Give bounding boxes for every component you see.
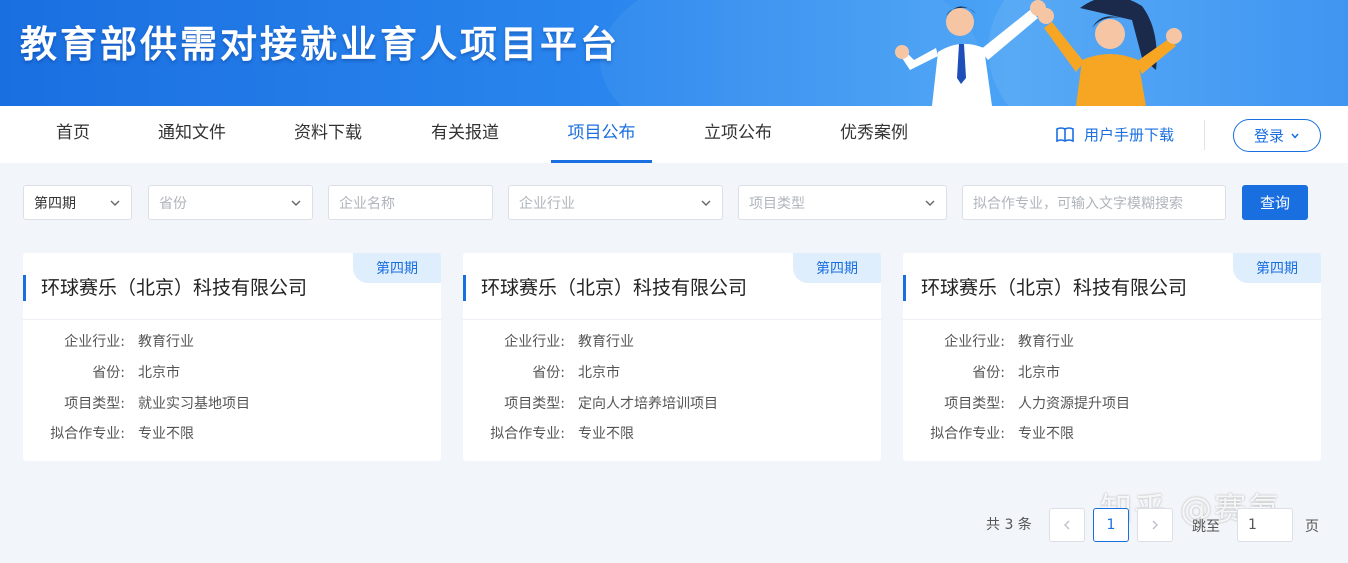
total-count: 共 3 条 (986, 517, 1032, 533)
project-card[interactable]: 第四期 环球赛乐（北京）科技有限公司 企业行业: 教育行业 省份: 北京市 项目… (903, 253, 1321, 461)
field-row-major: 拟合作专业: 专业不限 (463, 423, 881, 445)
page-button-current[interactable]: 1 (1093, 508, 1129, 542)
jump-page-input[interactable]: 1 (1237, 508, 1293, 542)
period-select[interactable]: 第四期 (23, 185, 132, 220)
card-divider (903, 319, 1321, 320)
chevron-down-icon (1291, 133, 1299, 139)
company-name: 环球赛乐（北京）科技有限公司 (463, 275, 747, 301)
company-name-placeholder: 企业名称 (339, 195, 395, 212)
main-nav: 首页 通知文件 资料下载 有关报道 项目公布 立项公布 优秀案例 用户手册下载 (0, 106, 1348, 163)
chevron-left-icon (1063, 520, 1070, 530)
project-card[interactable]: 第四期 环球赛乐（北京）科技有限公司 企业行业: 教育行业 省份: 北京市 项目… (463, 253, 881, 461)
field-label: 项目类型: (64, 396, 125, 412)
chevron-down-icon (701, 200, 711, 206)
jump-label: 跳至 (1192, 519, 1220, 535)
page-unit-label: 页 (1305, 519, 1319, 535)
major-search-input[interactable]: 拟合作专业，可输入文字模糊搜索 (962, 185, 1226, 220)
field-value: 定向人才培养培训项目 (578, 396, 718, 412)
major-search-placeholder: 拟合作专业，可输入文字模糊搜索 (973, 195, 1183, 212)
company-name: 环球赛乐（北京）科技有限公司 (903, 275, 1187, 301)
field-value: 专业不限 (138, 426, 194, 442)
nav-item-projects[interactable]: 项目公布 (551, 106, 652, 163)
field-label: 项目类型: (944, 396, 1005, 412)
industry-select[interactable]: 企业行业 (508, 185, 723, 220)
period-badge: 第四期 (353, 253, 441, 283)
field-row-project-type: 项目类型: 定向人才培养培训项目 (463, 393, 881, 415)
card-divider (463, 319, 881, 320)
nav-item-home[interactable]: 首页 (40, 106, 106, 163)
field-row-project-type: 项目类型: 就业实习基地项目 (23, 393, 441, 415)
field-label: 企业行业: (64, 334, 125, 350)
field-label: 省份: (532, 365, 565, 381)
field-label: 项目类型: (504, 396, 565, 412)
nav-item-reports[interactable]: 有关报道 (417, 106, 513, 163)
period-badge: 第四期 (793, 253, 881, 283)
field-value: 人力资源提升项目 (1018, 396, 1130, 412)
login-button[interactable]: 登录 (1233, 119, 1321, 152)
field-row-major: 拟合作专业: 专业不限 (23, 423, 441, 445)
project-type-placeholder: 项目类型 (749, 195, 805, 212)
login-label: 登录 (1253, 127, 1284, 145)
industry-select-placeholder: 企业行业 (519, 195, 575, 212)
nav-item-cases[interactable]: 优秀案例 (826, 106, 922, 163)
field-label: 拟合作专业: (490, 426, 565, 442)
manual-download-label: 用户手册下载 (1084, 126, 1175, 144)
field-row-major: 拟合作专业: 专业不限 (903, 423, 1321, 445)
field-row-industry: 企业行业: 教育行业 (463, 331, 881, 353)
field-value: 北京市 (138, 365, 180, 381)
field-row-industry: 企业行业: 教育行业 (23, 331, 441, 353)
prev-page-button[interactable] (1049, 508, 1085, 542)
field-row-industry: 企业行业: 教育行业 (903, 331, 1321, 353)
field-label: 省份: (972, 365, 1005, 381)
nav-item-approved[interactable]: 立项公布 (690, 106, 786, 163)
manual-download-link[interactable]: 用户手册下载 (1056, 106, 1174, 163)
chevron-right-icon (1152, 520, 1159, 530)
next-page-button[interactable] (1137, 508, 1173, 542)
header-banner: 教育部供需对接就业育人项目平台 (0, 0, 1348, 106)
field-value: 教育行业 (138, 334, 194, 350)
field-row-province: 省份: 北京市 (903, 362, 1321, 384)
company-name-input[interactable]: 企业名称 (328, 185, 493, 220)
site-title: 教育部供需对接就业育人项目平台 (20, 23, 620, 66)
field-row-province: 省份: 北京市 (23, 362, 441, 384)
query-button[interactable]: 查询 (1242, 185, 1308, 220)
field-value: 北京市 (1018, 365, 1060, 381)
chevron-down-icon (291, 200, 301, 206)
province-select-placeholder: 省份 (159, 195, 187, 212)
period-badge: 第四期 (1233, 253, 1321, 283)
company-name: 环球赛乐（北京）科技有限公司 (23, 275, 307, 301)
field-value: 就业实习基地项目 (138, 396, 250, 412)
field-row-project-type: 项目类型: 人力资源提升项目 (903, 393, 1321, 415)
project-card[interactable]: 第四期 环球赛乐（北京）科技有限公司 企业行业: 教育行业 省份: 北京市 项目… (23, 253, 441, 461)
field-label: 省份: (92, 365, 125, 381)
chevron-down-icon (110, 200, 120, 206)
field-value: 专业不限 (1018, 426, 1074, 442)
chevron-down-icon (925, 200, 935, 206)
people-illustration-icon (895, 0, 1182, 106)
field-value: 教育行业 (1018, 334, 1074, 350)
field-row-province: 省份: 北京市 (463, 362, 881, 384)
nav-item-downloads[interactable]: 资料下载 (280, 106, 376, 163)
period-select-value: 第四期 (34, 195, 76, 212)
field-value: 专业不限 (578, 426, 634, 442)
book-icon (1056, 126, 1074, 142)
field-value: 教育行业 (578, 334, 634, 350)
project-type-select[interactable]: 项目类型 (738, 185, 947, 220)
card-divider (23, 319, 441, 320)
field-label: 企业行业: (944, 334, 1005, 350)
province-select[interactable]: 省份 (148, 185, 313, 220)
nav-divider (1204, 120, 1205, 150)
field-label: 企业行业: (504, 334, 565, 350)
field-label: 拟合作专业: (930, 426, 1005, 442)
field-value: 北京市 (578, 365, 620, 381)
nav-item-notices[interactable]: 通知文件 (144, 106, 240, 163)
field-label: 拟合作专业: (50, 426, 125, 442)
